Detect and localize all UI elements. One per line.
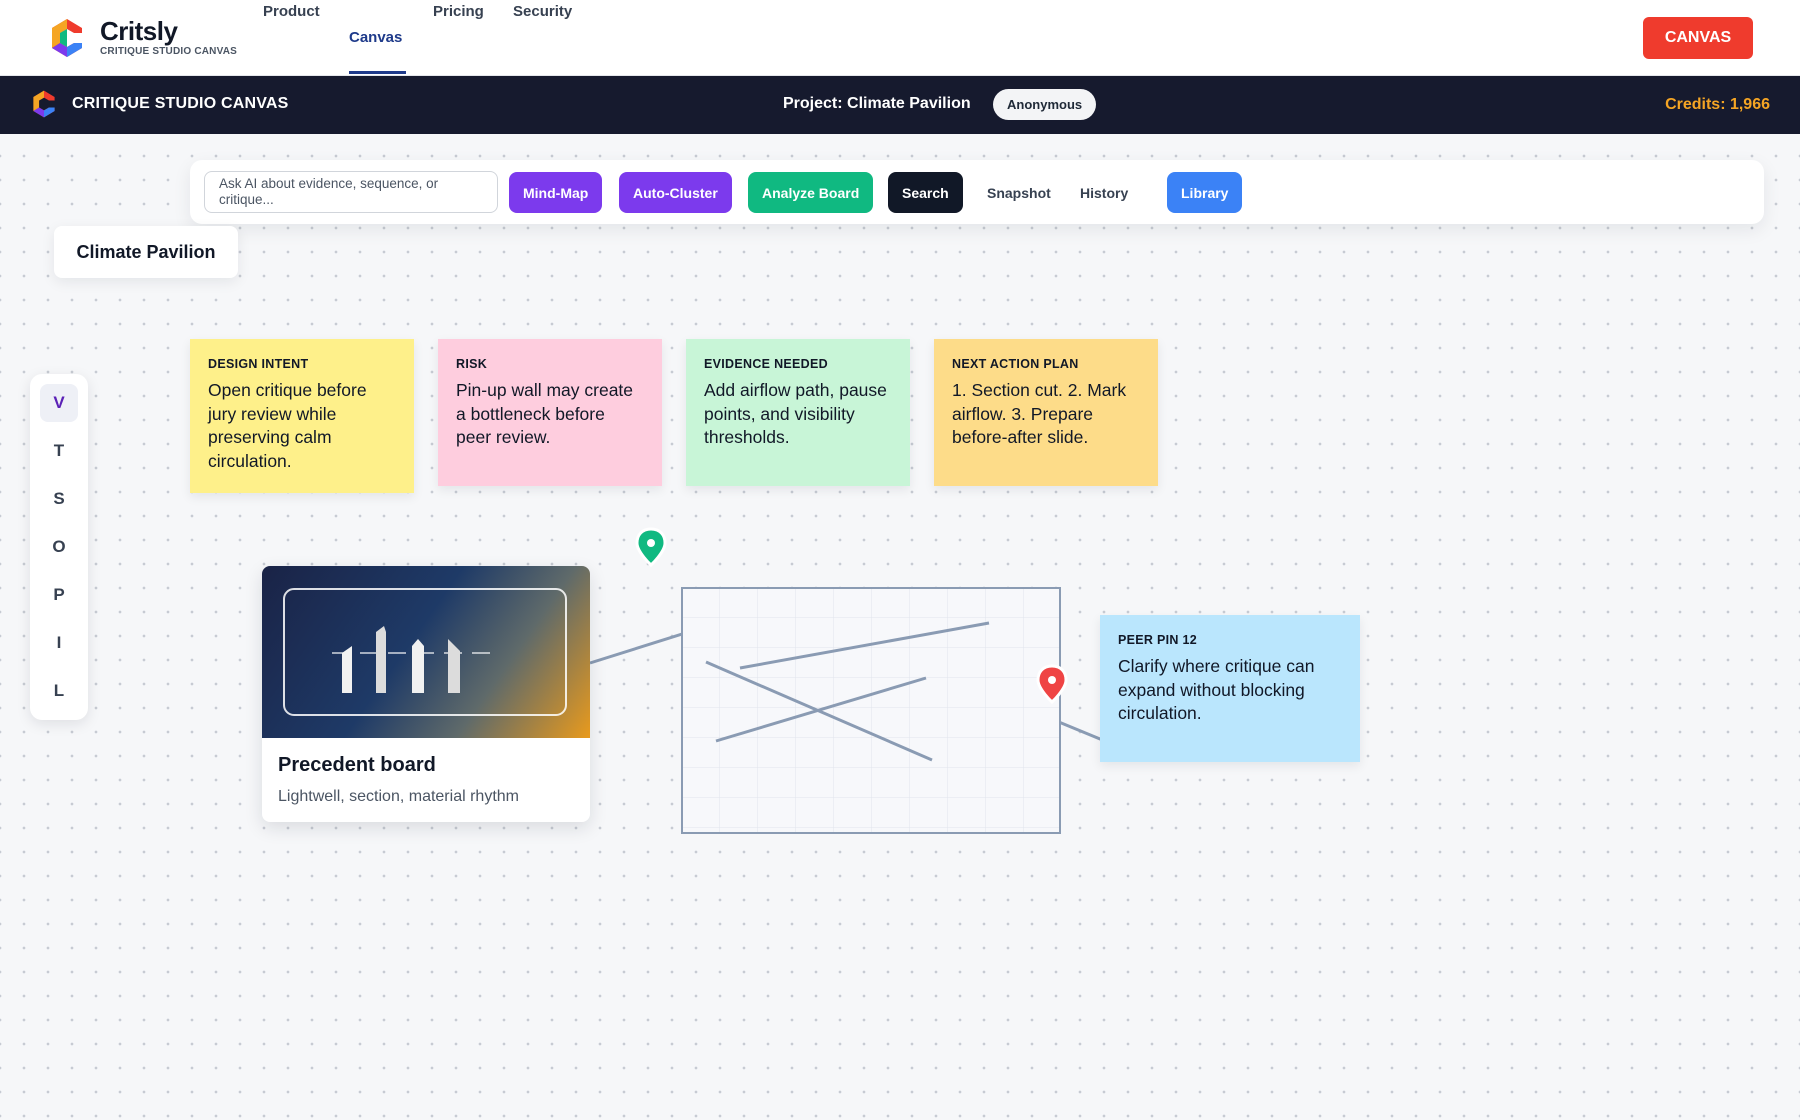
note-label: PEER PIN 12: [1118, 633, 1198, 647]
tool-line[interactable]: L: [40, 672, 78, 710]
note-text: Open critique before jury review while p…: [208, 380, 367, 471]
tool-rail: V T S O P I L: [30, 374, 88, 720]
sticky-note-design-intent[interactable]: DESIGN INTENT Open critique before jury …: [190, 339, 414, 493]
project-name: Project: Climate Pavilion: [783, 95, 971, 112]
credits-counter: Credits: 1,966: [1665, 96, 1770, 113]
tool-shape[interactable]: O: [40, 528, 78, 566]
airflow-sketch[interactable]: [681, 587, 1061, 834]
nav-product[interactable]: Product: [263, 3, 320, 20]
app-title: CRITIQUE STUDIO CANVAS: [72, 95, 289, 112]
precedent-image: [262, 566, 590, 738]
nav-active-underline: [349, 71, 406, 74]
snapshot-button[interactable]: Snapshot: [973, 172, 1065, 213]
precedent-board-card[interactable]: Precedent board Lightwell, section, mate…: [262, 566, 590, 822]
sticky-note-next-action-plan[interactable]: NEXT ACTION PLAN 1. Section cut. 2. Mark…: [934, 339, 1158, 486]
tool-pin[interactable]: P: [40, 576, 78, 614]
auto-cluster-button[interactable]: Auto-Cluster: [619, 172, 732, 213]
mind-map-button[interactable]: Mind-Map: [509, 172, 603, 213]
note-text: 1. Section cut. 2. Mark airflow. 3. Prep…: [952, 380, 1127, 447]
search-button[interactable]: Search: [888, 172, 963, 213]
brand[interactable]: Critsly CRITIQUE STUDIO CANVAS: [50, 18, 237, 57]
history-button[interactable]: History: [1066, 172, 1142, 213]
critsly-logo-icon: [52, 18, 82, 57]
ask-ai-input[interactable]: [204, 171, 498, 213]
ai-toolbar: Mind-Map Auto-Cluster Analyze Board Sear…: [190, 160, 1764, 224]
tool-image[interactable]: I: [40, 624, 78, 662]
library-button[interactable]: Library: [1167, 172, 1243, 213]
note-label: EVIDENCE NEEDED: [704, 357, 828, 371]
map-pin-green-icon[interactable]: [634, 527, 668, 569]
note-label: NEXT ACTION PLAN: [952, 357, 1079, 371]
analyze-board-button[interactable]: Analyze Board: [748, 172, 874, 213]
building-elevation-icon: [283, 588, 567, 716]
app-header-bar: CRITIQUE STUDIO CANVAS Project: Climate …: [0, 76, 1800, 134]
note-text: Clarify where critique can expand withou…: [1118, 656, 1315, 723]
canvas-cta-button[interactable]: CANVAS: [1643, 17, 1753, 59]
map-pin-red-icon[interactable]: [1035, 664, 1069, 706]
note-text: Pin-up wall may create a bottleneck befo…: [456, 380, 634, 447]
sticky-note-evidence-needed[interactable]: EVIDENCE NEEDED Add airflow path, pause …: [686, 339, 910, 486]
note-label: DESIGN INTENT: [208, 357, 309, 371]
peer-pin-note[interactable]: PEER PIN 12 Clarify where critique can e…: [1100, 615, 1360, 762]
precedent-subtitle: Lightwell, section, material rhythm: [278, 788, 519, 805]
project-title-tag[interactable]: Climate Pavilion: [54, 226, 238, 278]
tool-sticky[interactable]: S: [40, 480, 78, 518]
brand-subtitle: CRITIQUE STUDIO CANVAS: [100, 46, 237, 57]
precedent-title: Precedent board: [278, 754, 436, 776]
sticky-note-risk[interactable]: RISK Pin-up wall may create a bottleneck…: [438, 339, 662, 486]
tool-text[interactable]: T: [40, 432, 78, 470]
nav-pricing[interactable]: Pricing: [433, 3, 484, 20]
top-navbar: Critsly CRITIQUE STUDIO CANVAS Product C…: [0, 0, 1800, 76]
critsly-small-logo-icon: [33, 90, 55, 118]
user-badge[interactable]: Anonymous: [993, 89, 1097, 120]
note-label: RISK: [456, 357, 488, 371]
nav-security[interactable]: Security: [513, 3, 572, 20]
nav-canvas[interactable]: Canvas: [349, 29, 402, 46]
tool-select[interactable]: V: [40, 384, 78, 422]
note-text: Add airflow path, pause points, and visi…: [704, 380, 887, 447]
brand-name: Critsly: [100, 16, 178, 46]
